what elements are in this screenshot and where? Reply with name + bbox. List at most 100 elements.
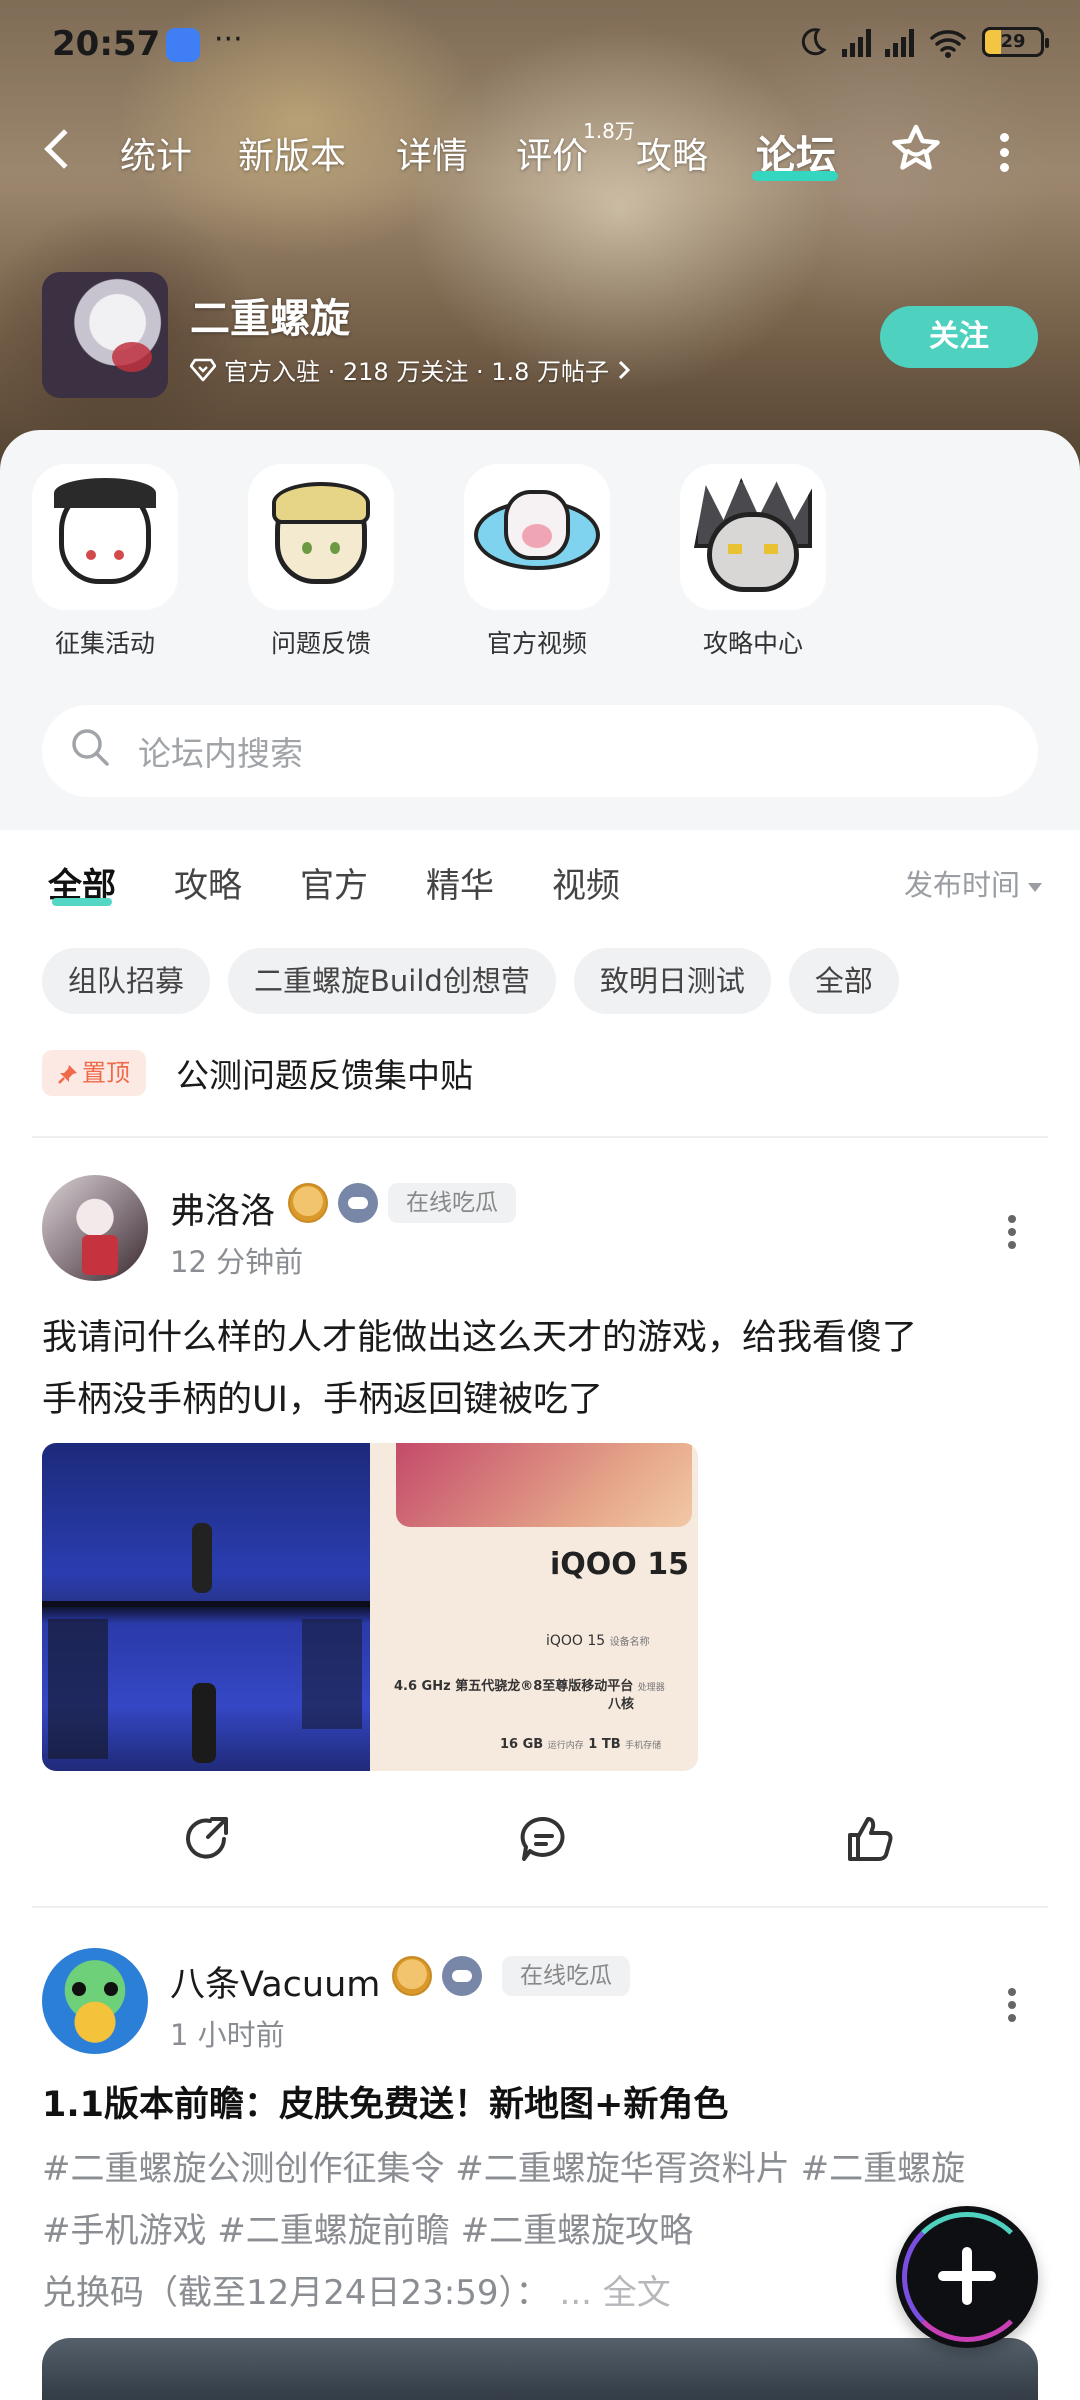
plus-icon	[962, 2247, 972, 2305]
quick-link-label: 攻略中心	[702, 629, 803, 658]
like-icon[interactable]	[842, 1811, 898, 1867]
forum-panel: 征集活动 问题反馈 官方视频 攻略中心 论坛内搜索	[0, 430, 1080, 830]
comment-icon[interactable]	[516, 1811, 572, 1867]
chip-build-camp[interactable]: 二重螺旋Build创想营	[228, 948, 556, 1014]
post-text-line: 手柄没手柄的UI，手柄返回键被吃了	[42, 1380, 603, 1420]
back-button[interactable]	[44, 129, 84, 169]
post-cover-image[interactable]	[42, 2338, 1038, 2400]
divider	[32, 1906, 1048, 1908]
author-name[interactable]: 八条Vacuum	[170, 1956, 380, 2007]
game-stats[interactable]: 官方入驻 · 218 万关注 · 1.8 万帖子	[190, 352, 631, 387]
quick-link-feedback[interactable]: 问题反馈	[246, 464, 396, 660]
more-options-icon[interactable]	[1000, 133, 1012, 173]
quick-link-events[interactable]: 征集活动	[30, 464, 180, 660]
quick-link-label: 官方视频	[486, 629, 587, 658]
filter-tab-featured[interactable]: 精华	[426, 858, 494, 907]
author-badges: 在线吃瓜	[288, 1183, 516, 1223]
post-image-device-info[interactable]: iQOO 15 iQOO 15 设备名称 4.6 GHz 第五代骁龙®8至尊版移…	[370, 1443, 698, 1771]
signal-2-icon	[885, 27, 914, 57]
online-status-badge: 在线吃瓜	[388, 1183, 516, 1223]
post-tags[interactable]: #二重螺旋公测创作征集令 #二重螺旋华胥资料片 #二重螺旋 #手机游戏 #二重螺…	[42, 2138, 1052, 2262]
device-cpu-name: 4.6 GHz 第五代骁龙®8至尊版移动平台	[394, 1679, 634, 1694]
device-cpu: 4.6 GHz 第五代骁龙®8至尊版移动平台 处理器	[394, 1675, 665, 1694]
device-cpu-suffix: 八核	[608, 1697, 635, 1712]
forum-search-bar[interactable]: 论坛内搜索	[42, 705, 1038, 797]
game-icon	[42, 272, 168, 398]
pinned-post[interactable]: 置顶 公测问题反馈集中贴	[42, 1048, 473, 1098]
verified-diamond-icon	[190, 358, 216, 381]
more-notifications-icon: ···	[214, 22, 243, 57]
status-time: 20:57	[52, 24, 161, 64]
post-image-game-screenshot[interactable]	[42, 1443, 370, 1771]
share-icon[interactable]	[180, 1811, 236, 1867]
device-label: iQOO 15 设备名称	[546, 1633, 650, 1649]
device-label-name: iQOO 15	[546, 1633, 606, 1649]
quick-link-videos[interactable]: 官方视频	[462, 464, 612, 660]
read-more-link[interactable]: ... 全文	[560, 2273, 671, 2313]
caret-down-icon	[1028, 882, 1042, 892]
game-header: 二重螺旋 官方入驻 · 218 万关注 · 1.8 万帖子 关注	[0, 272, 1080, 402]
tab-reviews[interactable]: 评价	[516, 127, 588, 179]
filter-tab-official[interactable]: 官方	[300, 858, 368, 907]
forum-filter-tabs: 全部 攻略 官方 精华 视频 发布时间	[0, 830, 1080, 930]
topic-chips: 组队招募 二重螺旋Build创想营 致明日测试 全部	[42, 948, 899, 1014]
chip-tomorrow-test[interactable]: 致明日测试	[573, 948, 771, 1014]
pinned-title: 公测问题反馈集中贴	[176, 1056, 473, 1095]
device-brand: iQOO 15	[550, 1547, 689, 1582]
tab-guides[interactable]: 攻略	[636, 127, 708, 179]
post-time: 1 小时前	[170, 2018, 285, 2052]
post-tags-line: #二重螺旋公测创作征集令 #二重螺旋华胥资料片 #二重螺旋	[42, 2149, 966, 2189]
divider	[32, 1136, 1048, 1138]
sort-dropdown[interactable]: 发布时间	[904, 862, 1042, 904]
tab-details[interactable]: 详情	[396, 127, 468, 179]
game-stats-text: 官方入驻 · 218 万关注 · 1.8 万帖子	[224, 358, 610, 386]
post-time: 12 分钟前	[170, 1245, 304, 1279]
post-more-icon[interactable]	[1008, 1988, 1018, 2022]
quick-link-label: 问题反馈	[270, 629, 371, 658]
pinned-badge: 置顶	[42, 1050, 146, 1096]
dark-mascot-icon	[680, 464, 826, 610]
quick-link-guide-center[interactable]: 攻略中心	[678, 464, 828, 660]
chevron-right-icon	[618, 360, 631, 379]
post-excerpt-text: 兑换码（截至12月24日23:59）：	[42, 2273, 550, 2313]
post-body: 我请问什么样的人才能做出这么天才的游戏，给我看傻了 手柄没手柄的UI，手柄返回键…	[42, 1307, 1042, 1431]
gamepad-badge-icon	[338, 1183, 378, 1223]
author-avatar[interactable]	[42, 1175, 148, 1281]
app-notification-icon	[166, 28, 200, 62]
chip-team-recruit[interactable]: 组队招募	[42, 948, 211, 1014]
device-ram-suffix: 运行内存	[547, 1741, 584, 1751]
author-avatar[interactable]	[42, 1948, 148, 2054]
tab-new-version[interactable]: 新版本	[238, 127, 346, 179]
post-more-icon[interactable]	[1008, 1215, 1018, 1249]
favorite-star-icon[interactable]	[888, 121, 944, 177]
create-post-button[interactable]	[896, 2206, 1038, 2348]
reviews-count-badge: 1.8万	[583, 119, 635, 143]
author-name[interactable]: 弗洛洛	[170, 1183, 275, 1234]
blue-mascot-icon	[464, 464, 610, 610]
follow-button[interactable]: 关注	[880, 306, 1038, 368]
gamepad-badge-icon	[442, 1956, 482, 1996]
search-input[interactable]: 论坛内搜索	[138, 727, 303, 775]
post-text-line: 我请问什么样的人才能做出这么天才的游戏，给我看傻了	[42, 1318, 918, 1358]
top-nav: 统计 新版本 详情 评价 1.8万 攻略 论坛	[0, 115, 1080, 195]
battery-icon: 29	[982, 27, 1049, 57]
moon-icon	[801, 28, 827, 56]
search-icon	[72, 729, 109, 766]
quick-link-label: 征集活动	[54, 629, 155, 658]
author-badges: 在线吃瓜	[392, 1956, 630, 1996]
device-cpu-note: 处理器	[637, 1683, 665, 1693]
active-tab-indicator	[752, 171, 838, 181]
level-badge-icon	[392, 1956, 432, 1996]
level-badge-icon	[288, 1183, 328, 1223]
signal-1-icon	[842, 27, 871, 57]
pin-icon	[58, 1065, 77, 1084]
post-card[interactable]: 弗洛洛 在线吃瓜 12 分钟前 我请问什么样的人才能做出这么天才的游戏，给我看傻…	[0, 1175, 1080, 1895]
chip-all[interactable]: 全部	[788, 948, 899, 1014]
tab-stats[interactable]: 统计	[120, 127, 192, 179]
filter-tab-guides[interactable]: 攻略	[174, 858, 242, 907]
wifi-icon	[930, 30, 966, 58]
filter-tab-videos[interactable]: 视频	[552, 858, 620, 907]
filter-tab-indicator	[52, 898, 112, 906]
post-title[interactable]: 1.1版本前瞻：皮肤免费送！新地图+新角色	[42, 2076, 728, 2127]
device-storage-suffix: 手机存储	[625, 1741, 662, 1751]
